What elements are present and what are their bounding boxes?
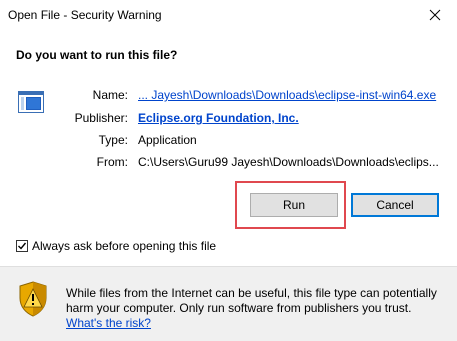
- warning-shield-icon: [18, 281, 48, 320]
- name-label: Name:: [92, 88, 128, 102]
- warning-message: While files from the Internet can be use…: [66, 286, 446, 331]
- title-bar: Open File - Security Warning: [0, 0, 457, 32]
- type-value: Application: [138, 133, 197, 147]
- publisher-link[interactable]: Eclipse.org Foundation, Inc.: [138, 111, 299, 125]
- always-ask-option[interactable]: Always ask before opening this file: [16, 238, 216, 254]
- run-button[interactable]: Run: [250, 193, 338, 217]
- cancel-button[interactable]: Cancel: [351, 193, 439, 217]
- window-title: Open File - Security Warning: [8, 8, 162, 22]
- whats-the-risk-link[interactable]: What's the risk?: [66, 316, 151, 330]
- from-label: From:: [96, 155, 128, 169]
- warning-text: While files from the Internet can be use…: [66, 286, 437, 315]
- publisher-label: Publisher:: [74, 111, 128, 125]
- checkmark-icon: [18, 242, 27, 250]
- warning-footer: While files from the Internet can be use…: [0, 266, 457, 341]
- file-name-link[interactable]: ... Jayesh\Downloads\Downloads\eclipse-i…: [138, 88, 436, 102]
- prompt-question: Do you want to run this file?: [16, 48, 178, 62]
- type-label: Type:: [98, 133, 128, 147]
- always-ask-checkbox[interactable]: [16, 240, 28, 252]
- always-ask-label: Always ask before opening this file: [32, 239, 217, 253]
- from-value: C:\Users\Guru99 Jayesh\Downloads\Downloa…: [138, 155, 439, 169]
- close-button[interactable]: [413, 0, 457, 30]
- close-icon: [429, 9, 441, 21]
